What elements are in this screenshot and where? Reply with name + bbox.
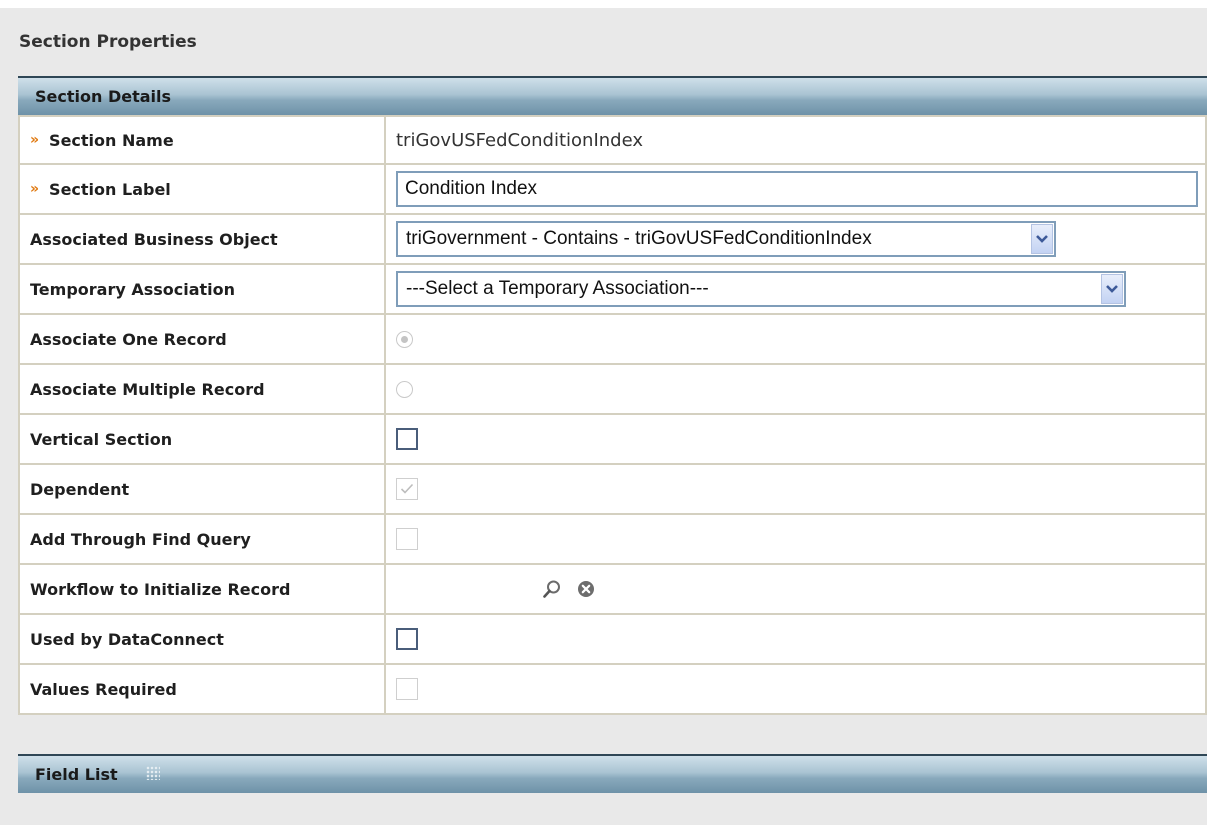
associated-business-object-select[interactable]: triGovernment - Contains - triGovUSFedCo… xyxy=(396,221,1056,257)
row-used-by-dataconnect: Used by DataConnect xyxy=(18,615,1207,665)
section-label-input[interactable]: Condition Index xyxy=(396,171,1198,207)
row-dependent: Dependent xyxy=(18,465,1207,515)
required-marker: » xyxy=(30,132,40,148)
associated-business-object-selected: triGovernment - Contains - triGovUSFedCo… xyxy=(406,228,872,249)
values-required-checkbox[interactable] xyxy=(396,678,418,700)
section-name-value: triGovUSFedConditionIndex xyxy=(396,129,643,151)
row-values-required: Values Required xyxy=(18,665,1207,715)
search-icon[interactable] xyxy=(542,579,562,599)
row-associate-one-record: Associate One Record xyxy=(18,315,1207,365)
used-by-dataconnect-checkbox[interactable] xyxy=(396,628,418,650)
field-list-title: Field List xyxy=(35,765,118,784)
row-associated-business-object: Associated Business Object triGovernment… xyxy=(18,215,1207,265)
vertical-section-label: Vertical Section xyxy=(30,429,173,449)
workflow-initialize-record-label: Workflow to Initialize Record xyxy=(30,579,291,599)
field-list-header: Field List xyxy=(18,754,1207,793)
row-section-name: » Section Name triGovUSFedConditionIndex xyxy=(18,115,1207,165)
section-details-title: Section Details xyxy=(35,87,172,106)
row-associate-multiple-record: Associate Multiple Record xyxy=(18,365,1207,415)
add-through-find-query-label: Add Through Find Query xyxy=(30,529,251,549)
associate-multiple-record-label: Associate Multiple Record xyxy=(30,379,265,399)
checkmark-icon xyxy=(400,483,414,494)
row-temporary-association: Temporary Association ---Select a Tempor… xyxy=(18,265,1207,315)
associated-business-object-label: Associated Business Object xyxy=(30,229,278,249)
section-label-label: Section Label xyxy=(49,179,171,199)
temporary-association-label: Temporary Association xyxy=(30,279,236,299)
row-add-through-find-query: Add Through Find Query xyxy=(18,515,1207,565)
temporary-association-select[interactable]: ---Select a Temporary Association--- xyxy=(396,271,1126,307)
clear-icon[interactable] xyxy=(576,579,596,599)
associate-one-record-label: Associate One Record xyxy=(30,329,227,349)
row-vertical-section: Vertical Section xyxy=(18,415,1207,465)
dependent-checkbox[interactable] xyxy=(396,478,418,500)
chevron-down-icon[interactable] xyxy=(1031,224,1053,254)
temporary-association-selected: ---Select a Temporary Association--- xyxy=(406,278,709,299)
used-by-dataconnect-label: Used by DataConnect xyxy=(30,629,224,649)
values-required-label: Values Required xyxy=(30,679,177,699)
page-title: Section Properties xyxy=(19,32,197,52)
section-name-label: Section Name xyxy=(49,130,174,150)
section-details-table: » Section Name triGovUSFedConditionIndex… xyxy=(18,115,1207,715)
drag-handle-icon[interactable] xyxy=(146,766,160,780)
chevron-down-icon[interactable] xyxy=(1101,274,1123,304)
associate-multiple-record-radio[interactable] xyxy=(396,380,413,398)
row-workflow-initialize-record: Workflow to Initialize Record xyxy=(18,565,1207,615)
dependent-label: Dependent xyxy=(30,479,130,499)
vertical-section-checkbox[interactable] xyxy=(396,428,418,450)
required-marker: » xyxy=(30,181,40,197)
associate-one-record-radio[interactable] xyxy=(396,330,413,348)
section-details-header: Section Details xyxy=(18,76,1207,115)
add-through-find-query-checkbox[interactable] xyxy=(396,528,418,550)
row-section-label: » Section Label Condition Index xyxy=(18,165,1207,215)
